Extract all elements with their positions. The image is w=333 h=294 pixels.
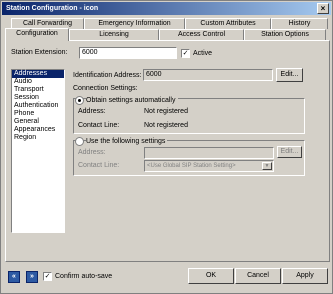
- address2-label: Address:: [78, 149, 106, 156]
- window-title: Station Configuration - icon: [6, 5, 99, 12]
- active-label: Active: [193, 50, 213, 57]
- sidebar-item-appearances[interactable]: Appearances: [12, 126, 64, 134]
- cancel-button[interactable]: Cancel: [235, 268, 281, 284]
- tab-configuration[interactable]: Configuration: [5, 28, 69, 41]
- sidebar-item-transport[interactable]: Transport: [12, 86, 64, 94]
- previous-icon[interactable]: «: [8, 271, 20, 283]
- sidebar-item-general[interactable]: General: [12, 118, 64, 126]
- contact-line2-select: <Use Global SIP Station Setting> ▼: [144, 160, 274, 172]
- sidebar-item-region[interactable]: Region: [12, 134, 64, 142]
- obtain-automatically-label: Obtain settings automatically: [86, 97, 178, 104]
- tab-station-options[interactable]: Station Options: [244, 29, 326, 40]
- address-label: Address:: [78, 108, 106, 115]
- station-extension-label: Station Extension:: [11, 49, 68, 56]
- sidebar-item-audio[interactable]: Audio: [12, 78, 64, 86]
- confirm-auto-save-checkbox[interactable]: ✓: [43, 272, 52, 281]
- sidebar-item-session[interactable]: Session: [12, 94, 64, 102]
- contact-line2-label: Contact Line:: [78, 162, 120, 169]
- chevron-down-icon: ▼: [262, 162, 272, 170]
- tab-access-control[interactable]: Access Control: [159, 29, 244, 40]
- station-configuration-window: Station Configuration - icon × Call Forw…: [0, 0, 333, 294]
- station-extension-input[interactable]: 6000: [79, 47, 177, 59]
- tab-emergency-information[interactable]: Emergency Information: [84, 18, 185, 29]
- radio-selected-dot: [78, 99, 81, 102]
- obtain-automatically-radio[interactable]: [75, 96, 84, 105]
- apply-button[interactable]: Apply: [282, 268, 328, 284]
- contact-line-label: Contact Line:: [78, 122, 120, 129]
- sidebar-item-authentication[interactable]: Authentication: [12, 102, 64, 110]
- sidebar-item-addresses[interactable]: Addresses: [12, 70, 64, 78]
- tab-history[interactable]: History: [271, 18, 328, 29]
- ok-button[interactable]: OK: [188, 268, 234, 284]
- identification-address-label: Identification Address:: [73, 72, 142, 79]
- use-following-label: Use the following settings: [86, 138, 168, 145]
- use-following-radio[interactable]: [75, 137, 84, 146]
- contact-line2-value: <Use Global SIP Station Setting>: [147, 163, 236, 169]
- tab-licensing[interactable]: Licensing: [69, 29, 159, 40]
- identification-edit-button[interactable]: Edit...: [276, 68, 303, 82]
- address-value: Not registered: [144, 108, 188, 115]
- tab-custom-attributes[interactable]: Custom Attributes: [185, 18, 271, 29]
- address2-edit-button: Edit...: [277, 146, 302, 158]
- address2-field: [144, 147, 274, 159]
- close-icon[interactable]: ×: [317, 3, 329, 14]
- identification-address-field: 6000: [143, 69, 273, 81]
- settings-category-list[interactable]: Addresses Audio Transport Session Authen…: [11, 69, 65, 233]
- sidebar-item-phone[interactable]: Phone: [12, 110, 64, 118]
- next-icon[interactable]: »: [26, 271, 38, 283]
- contact-line-value: Not registered: [144, 122, 188, 129]
- active-checkbox[interactable]: ✓: [181, 49, 190, 58]
- confirm-auto-save-label: Confirm auto-save: [55, 273, 113, 280]
- connection-settings-label: Connection Settings:: [73, 85, 138, 92]
- title-bar[interactable]: Station Configuration - icon ×: [2, 2, 331, 15]
